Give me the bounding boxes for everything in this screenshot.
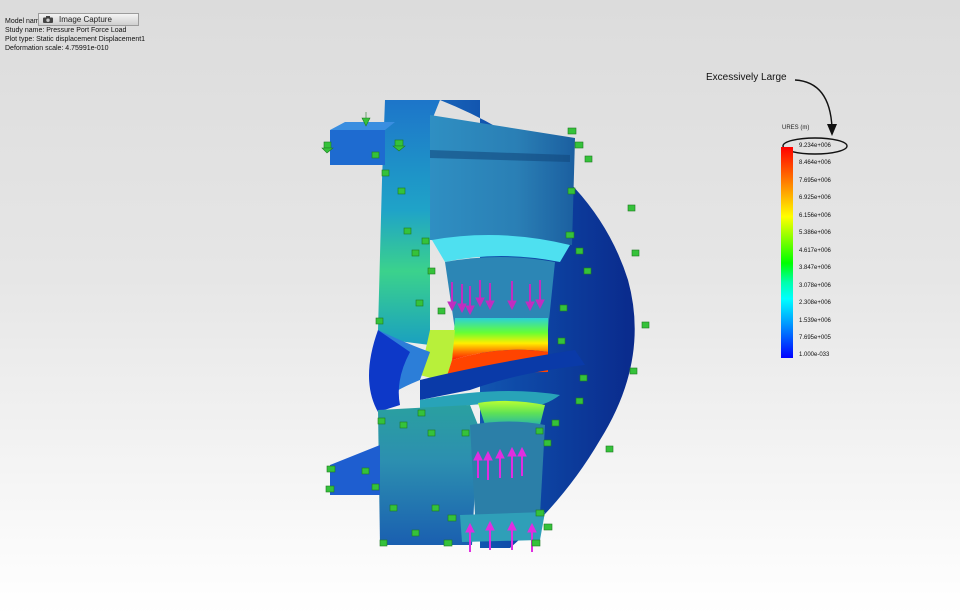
legend-label: 6.156e+006 bbox=[799, 213, 831, 219]
fixture-arrow-icon bbox=[437, 307, 446, 315]
fixture-arrow-icon bbox=[584, 155, 593, 163]
legend-label: 3.078e+006 bbox=[799, 283, 831, 289]
fixture-arrow-icon bbox=[557, 337, 566, 345]
fixture-arrow-icon bbox=[417, 409, 426, 417]
fixture-arrow-icon bbox=[421, 237, 430, 245]
fixture-arrow-icon bbox=[389, 504, 398, 512]
legend-label: 1.000e-033 bbox=[799, 352, 830, 358]
fixture-arrow-icon bbox=[631, 249, 640, 257]
fixture-arrow-icon bbox=[427, 267, 436, 275]
lower-bore-ring bbox=[478, 400, 545, 425]
fixture-arrow-icon bbox=[361, 467, 370, 475]
fea-model-viewport[interactable] bbox=[0, 0, 960, 615]
callout-arrow bbox=[794, 79, 833, 129]
top-port-flange-top bbox=[330, 122, 395, 130]
fixture-arrow-icon bbox=[567, 127, 577, 135]
legend-label: 5.386e+006 bbox=[799, 230, 831, 236]
fixture-arrow-icon bbox=[583, 267, 592, 275]
fixture-arrow-icon bbox=[325, 485, 335, 493]
fixture-arrow-icon bbox=[427, 429, 436, 437]
fixture-arrow-icon bbox=[535, 509, 545, 517]
fixture-arrow-icon bbox=[375, 317, 384, 325]
legend-label: 6.925e+006 bbox=[799, 195, 831, 201]
fixture-arrow-icon bbox=[579, 374, 588, 382]
fixture-arrow-icon bbox=[443, 539, 453, 547]
fixture-arrow-icon bbox=[531, 539, 541, 547]
fixture-arrow-icon bbox=[543, 523, 553, 531]
legend-label: 7.695e+005 bbox=[799, 335, 831, 341]
lower-bore-wall bbox=[470, 421, 545, 515]
fixture-arrow-icon bbox=[641, 321, 650, 329]
legend-color-bar bbox=[781, 147, 793, 358]
fixture-arrow-icon bbox=[565, 231, 575, 239]
callout-label: Excessively Large bbox=[706, 72, 787, 83]
fixture-arrow-icon bbox=[605, 445, 614, 453]
fixture-arrow-icon bbox=[535, 427, 544, 435]
fixture-arrow-icon bbox=[379, 539, 388, 547]
fixture-arrow-icon bbox=[326, 465, 336, 473]
fixture-arrow-icon bbox=[371, 151, 380, 159]
fixture-arrow-icon bbox=[431, 504, 440, 512]
fixture-arrow-icon bbox=[574, 141, 584, 149]
legend-label: 9.234e+006 bbox=[799, 143, 831, 149]
fixture-arrow-icon bbox=[551, 419, 560, 427]
fixture-arrow-icon bbox=[403, 227, 412, 235]
legend-label: 8.464e+006 bbox=[799, 160, 831, 166]
fixture-arrow-icon bbox=[371, 483, 380, 491]
fixture-arrow-icon bbox=[567, 187, 576, 195]
fixture-arrow-icon bbox=[377, 417, 386, 425]
legend-label: 4.617e+006 bbox=[799, 248, 831, 254]
upper-bore-wall bbox=[430, 115, 575, 245]
fixture-arrow-icon bbox=[575, 247, 584, 255]
legend-title: URES (m) bbox=[782, 125, 810, 131]
fixture-arrow-icon bbox=[627, 204, 636, 212]
legend-label: 3.847e+006 bbox=[799, 265, 831, 271]
fixture-arrow-icon bbox=[399, 421, 408, 429]
legend-label: 1.539e+006 bbox=[799, 318, 831, 324]
fixture-arrow-icon bbox=[381, 169, 390, 177]
legend-label: 2.308e+006 bbox=[799, 300, 831, 306]
fixture-arrow-icon bbox=[411, 529, 420, 537]
callout-arrowhead bbox=[827, 124, 837, 136]
fixture-arrow-icon bbox=[415, 299, 424, 307]
top-port-flange bbox=[330, 130, 385, 165]
fixture-arrow-icon bbox=[447, 514, 457, 522]
fixture-arrow-icon bbox=[461, 429, 470, 437]
fixture-arrow-icon bbox=[575, 397, 584, 405]
fixture-arrow-icon bbox=[629, 367, 638, 375]
fixture-arrow-icon bbox=[397, 187, 406, 195]
fixture-arrow-icon bbox=[543, 439, 552, 447]
fixture-arrow-icon bbox=[559, 304, 568, 312]
legend-label: 7.695e+006 bbox=[799, 178, 831, 184]
fixture-arrow-icon bbox=[411, 249, 420, 257]
